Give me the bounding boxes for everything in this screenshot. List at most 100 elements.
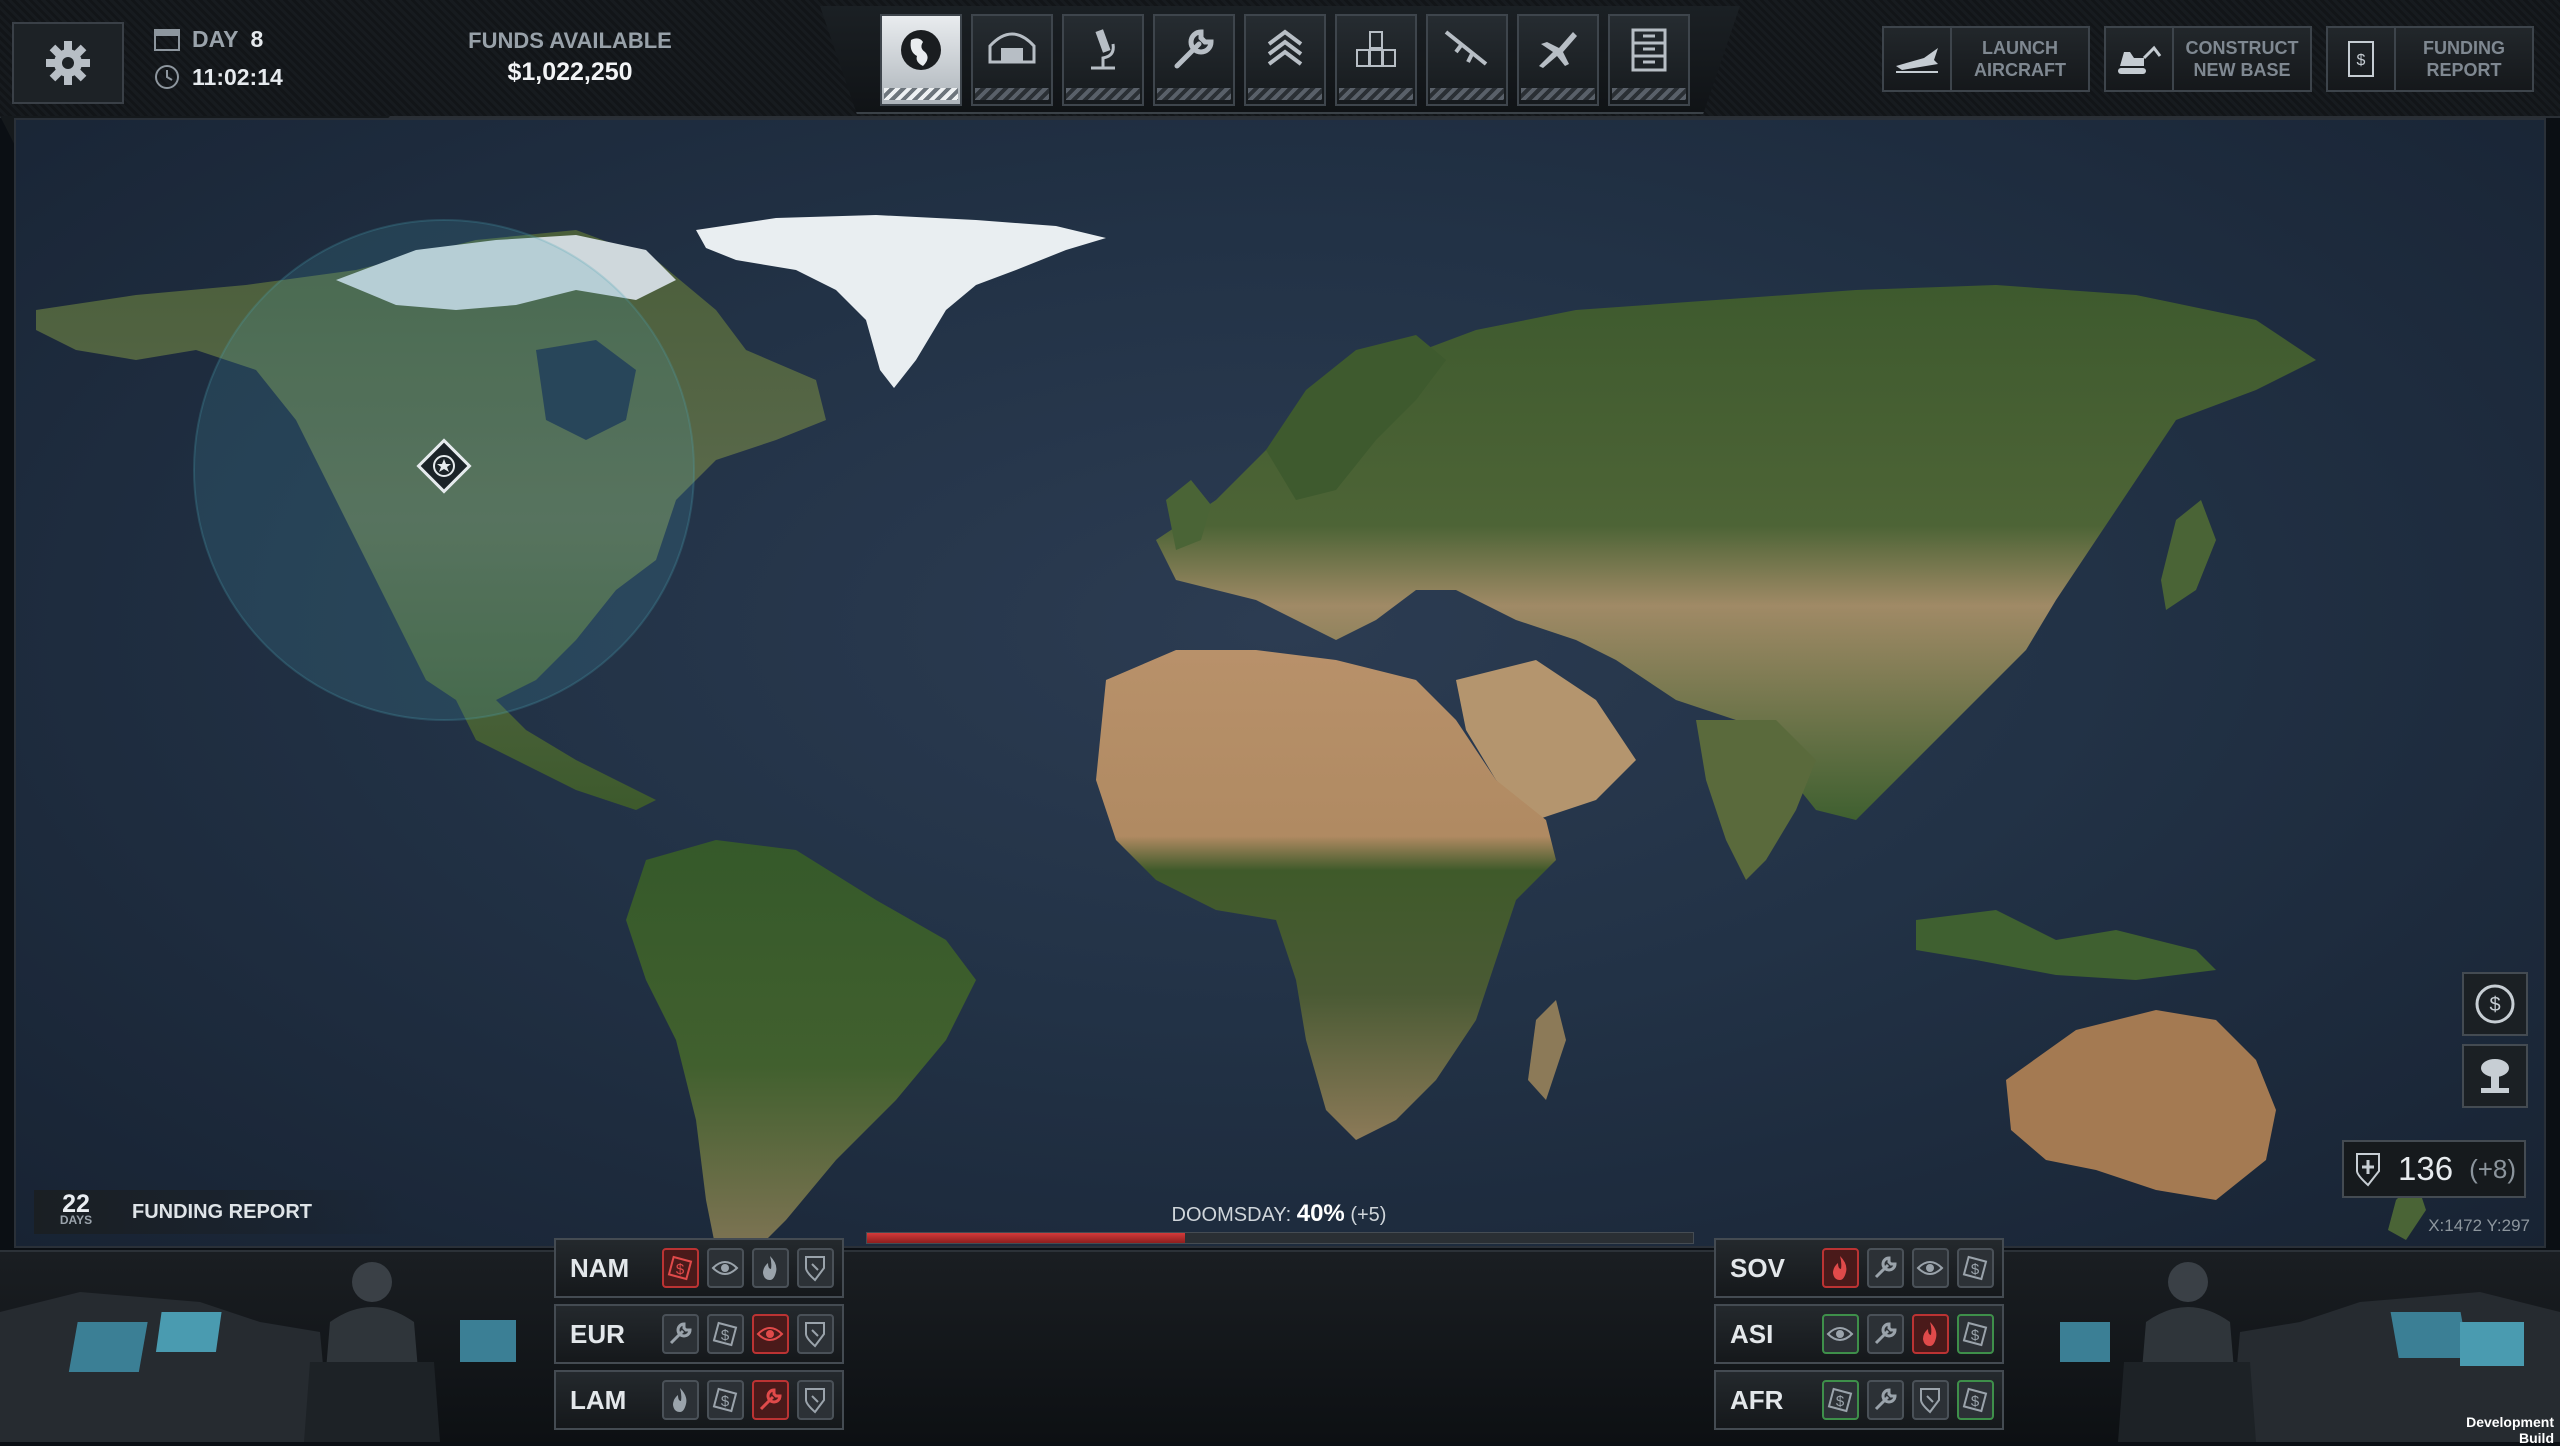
region-row-nam[interactable]: NAM $ bbox=[554, 1238, 844, 1298]
flame-icon[interactable] bbox=[661, 1380, 699, 1420]
tools-icon[interactable] bbox=[1866, 1248, 1904, 1288]
funding-council-toggle-button[interactable]: $ bbox=[2462, 972, 2528, 1036]
tab-indicator-stripe bbox=[1157, 88, 1231, 100]
madagascar bbox=[1528, 1000, 1566, 1100]
facilities-icon bbox=[1353, 26, 1399, 77]
tab-rank-chevron[interactable] bbox=[1244, 14, 1326, 106]
svg-text:$: $ bbox=[1836, 1393, 1845, 1410]
funds-icon[interactable]: $ bbox=[706, 1314, 744, 1354]
shield-icon[interactable] bbox=[796, 1380, 834, 1420]
region-row-eur[interactable]: EUR $ bbox=[554, 1304, 844, 1364]
settings-button[interactable] bbox=[12, 22, 124, 104]
tools-icon[interactable] bbox=[751, 1380, 789, 1420]
funds-icon[interactable]: $ bbox=[1956, 1380, 1994, 1420]
svg-text:$: $ bbox=[721, 1327, 730, 1344]
tab-rifle[interactable] bbox=[1426, 14, 1508, 106]
mushroom-cloud-icon bbox=[2481, 1059, 2509, 1093]
eye-icon[interactable] bbox=[1821, 1314, 1859, 1354]
flame-icon[interactable] bbox=[1911, 1314, 1949, 1354]
gear-icon bbox=[46, 41, 90, 85]
shield-plus-icon bbox=[2356, 1153, 2380, 1187]
funds-label: FUNDS AVAILABLE bbox=[468, 28, 672, 53]
calendar-icon bbox=[154, 29, 180, 51]
right-operator-figure bbox=[2118, 1262, 2256, 1442]
tab-globe[interactable] bbox=[880, 14, 962, 106]
japan-islands bbox=[2161, 500, 2216, 610]
shield-icon[interactable] bbox=[1911, 1380, 1949, 1420]
clock-readout: 11:02:14 bbox=[154, 60, 283, 94]
eye-icon[interactable] bbox=[706, 1248, 744, 1288]
funds-icon[interactable]: $ bbox=[1956, 1248, 1994, 1288]
shield-icon[interactable] bbox=[796, 1248, 834, 1288]
tab-wrench[interactable] bbox=[1153, 14, 1235, 106]
eye-icon[interactable] bbox=[751, 1314, 789, 1354]
india-landmass bbox=[1696, 720, 1816, 880]
tab-archive[interactable] bbox=[1608, 14, 1690, 106]
tab-facilities[interactable] bbox=[1335, 14, 1417, 106]
region-code: NAM bbox=[570, 1252, 630, 1283]
svg-text:$: $ bbox=[2357, 52, 2366, 69]
region-code: SOV bbox=[1730, 1252, 1785, 1283]
flame-icon[interactable] bbox=[1821, 1248, 1859, 1288]
world-map[interactable] bbox=[14, 118, 2546, 1248]
svg-text:$: $ bbox=[676, 1261, 685, 1278]
clock-icon bbox=[155, 65, 179, 89]
funds-icon[interactable]: $ bbox=[1821, 1380, 1859, 1420]
funds-icon[interactable]: $ bbox=[1956, 1314, 1994, 1354]
globe-icon bbox=[897, 26, 945, 79]
flame-icon[interactable] bbox=[751, 1248, 789, 1288]
tools-icon[interactable] bbox=[661, 1314, 699, 1354]
region-code: EUR bbox=[570, 1318, 625, 1349]
svg-text:$: $ bbox=[721, 1393, 730, 1410]
days-value: 22 bbox=[62, 1190, 90, 1218]
shield-icon[interactable] bbox=[796, 1314, 834, 1354]
doomsday-progress-fill bbox=[867, 1233, 1185, 1243]
wrench-icon bbox=[1171, 26, 1217, 77]
command-console bbox=[0, 1250, 2560, 1442]
day-readout: DAY 8 bbox=[154, 22, 263, 56]
tab-indicator-stripe bbox=[1430, 88, 1504, 100]
excavator-icon bbox=[2118, 45, 2162, 74]
development-build-label: Development Build bbox=[2466, 1414, 2554, 1446]
tab-indicator-stripe bbox=[975, 88, 1049, 100]
game-time: 11:02:14 bbox=[192, 63, 283, 90]
day-label: DAY bbox=[192, 25, 239, 52]
construct-base-label: CONSTRUCT NEW BASE bbox=[2185, 38, 2299, 80]
region-row-asi[interactable]: ASI $ bbox=[1714, 1304, 2004, 1364]
rank-chevron-icon bbox=[1265, 26, 1305, 77]
launch-aircraft-button[interactable]: LAUNCH AIRCRAFT bbox=[1882, 26, 2090, 92]
construct-base-button[interactable]: CONSTRUCT NEW BASE bbox=[2104, 26, 2312, 92]
region-code: LAM bbox=[570, 1384, 627, 1415]
funds-icon[interactable]: $ bbox=[706, 1380, 744, 1420]
council-globe-icon: $ bbox=[2475, 984, 2515, 1024]
tools-icon[interactable] bbox=[1866, 1314, 1904, 1354]
tab-indicator-stripe bbox=[1248, 88, 1322, 100]
eye-icon[interactable] bbox=[1911, 1248, 1949, 1288]
funds-icon[interactable]: $ bbox=[661, 1248, 699, 1288]
tab-indicator-stripe bbox=[1066, 88, 1140, 100]
terror-alert-toggle-button[interactable] bbox=[2462, 1044, 2528, 1108]
funds-value: $1,022,250 bbox=[507, 58, 633, 86]
tab-hangar[interactable] bbox=[971, 14, 1053, 106]
doomsday-label: DOOMSDAY: 40% (+5) bbox=[866, 1200, 1692, 1228]
panic-delta: (+8) bbox=[2469, 1153, 2517, 1184]
funding-report-label: FUNDING REPORT bbox=[2423, 38, 2505, 80]
days-until-report: 22 DAYS bbox=[34, 1190, 118, 1228]
geoscape-map[interactable] bbox=[16, 120, 2546, 1248]
hangar-icon bbox=[987, 26, 1037, 71]
region-row-sov[interactable]: SOV $ bbox=[1714, 1238, 2004, 1298]
tools-icon[interactable] bbox=[1866, 1380, 1904, 1420]
svg-text:$: $ bbox=[1971, 1261, 1980, 1278]
panic-meter: 136 (+8) bbox=[2342, 1140, 2526, 1198]
doomsday-delta: (+5) bbox=[1350, 1204, 1387, 1226]
jet-icon bbox=[1533, 26, 1583, 77]
region-row-lam[interactable]: LAM $ bbox=[554, 1370, 844, 1430]
aircraft-launch-icon bbox=[1896, 48, 1938, 73]
funding-report-button[interactable]: $ FUNDING REPORT bbox=[2326, 26, 2534, 92]
panic-value: 136 bbox=[2398, 1150, 2454, 1187]
funding-report-timer[interactable]: 22 DAYS FUNDING REPORT bbox=[34, 1190, 404, 1234]
tab-microscope[interactable] bbox=[1062, 14, 1144, 106]
region-row-afr[interactable]: AFR $ $ bbox=[1714, 1370, 2004, 1430]
tab-jet[interactable] bbox=[1517, 14, 1599, 106]
south-america-landmass bbox=[626, 840, 976, 1246]
